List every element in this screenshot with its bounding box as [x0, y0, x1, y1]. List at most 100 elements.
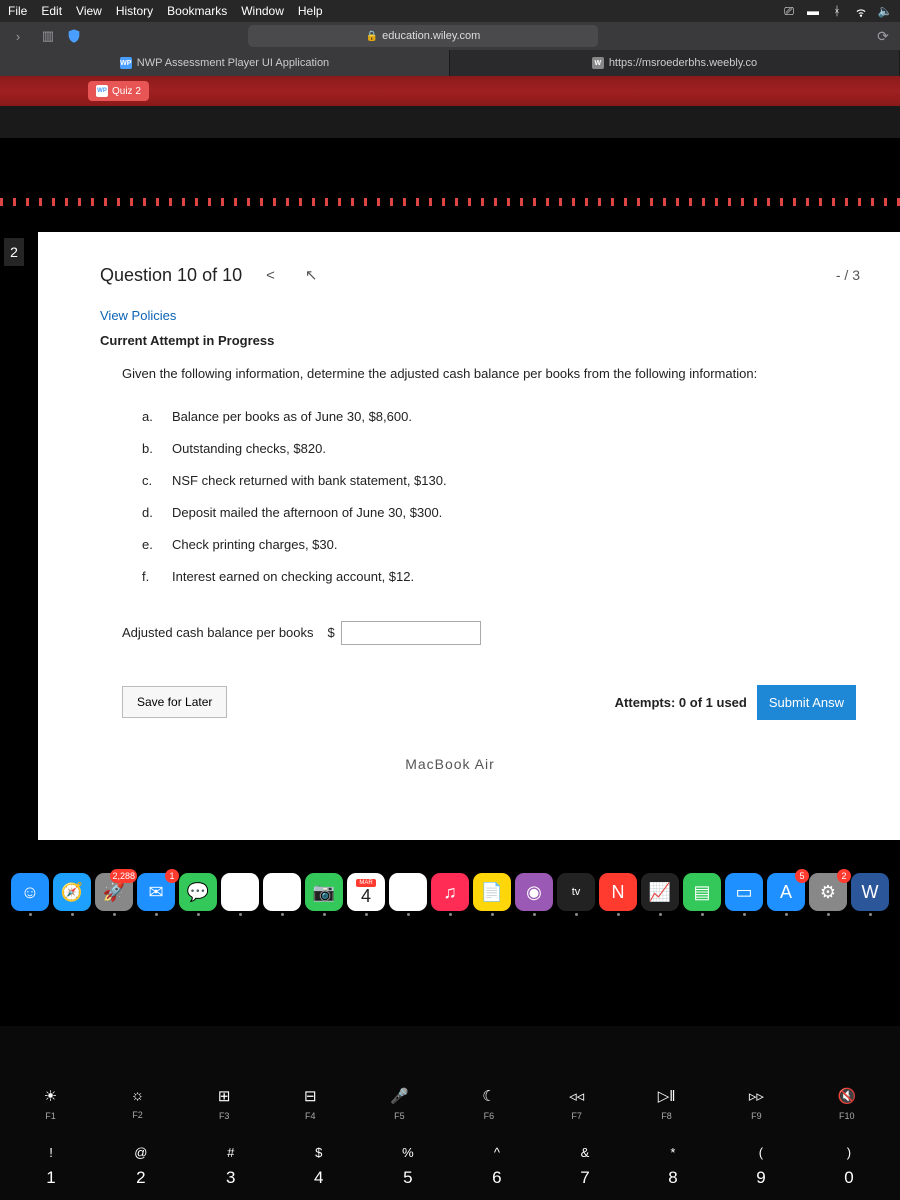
pointer-icon: ↖ [299, 264, 324, 286]
menubar-item[interactable]: Help [298, 4, 323, 18]
menubar-item[interactable]: Window [241, 4, 284, 18]
key-4: $4 [314, 1145, 323, 1188]
dock-word-icon[interactable]: W [851, 873, 889, 911]
dock-numbers-icon[interactable]: ▤ [683, 873, 721, 911]
keyboard: MacBook Air ☀F1☼F2⊞F3⊟F4🎤F5☾F6◃◃F7▷‖F8▹▹… [0, 1026, 900, 1200]
reload-button[interactable]: ⟳ [872, 26, 894, 46]
tab-weebly[interactable]: W https://msroederbhs.weebly.co [450, 50, 900, 76]
item-letter: e. [142, 536, 172, 554]
item-letter: c. [142, 472, 172, 490]
dock-music-icon[interactable]: ♫ [431, 873, 469, 911]
dock-appstore-icon[interactable]: A5 [767, 873, 805, 911]
tab-label: https://msroederbhs.weebly.co [609, 57, 757, 69]
browser-tabs: WP NWP Assessment Player UI Application … [0, 50, 900, 76]
dock-news-icon[interactable]: N [599, 873, 637, 911]
question-item: f.Interest earned on checking account, $… [142, 568, 860, 586]
menubar-item[interactable]: View [76, 4, 102, 18]
key-f9: ▹▹F9 [749, 1087, 764, 1121]
question-content: Question 10 of 10 < ↖ - / 3 View Policie… [38, 232, 900, 740]
dock-launchpad-icon[interactable]: 🚀2,288 [95, 873, 133, 911]
tab-favicon-icon: WP [120, 57, 132, 69]
url-bar[interactable]: 🔒 education.wiley.com [248, 25, 598, 47]
menubar-item[interactable]: File [8, 4, 27, 18]
tab-label: NWP Assessment Player UI Application [137, 57, 329, 69]
wifi-icon[interactable] [854, 4, 868, 18]
flag-icon: ▬ [806, 4, 820, 18]
attempt-status: Current Attempt in Progress [100, 333, 860, 348]
key-f2: ☼F2 [131, 1087, 145, 1121]
attempts-label: Attempts: 0 of 1 used [615, 695, 747, 710]
key-3: #3 [226, 1145, 235, 1188]
quiz-tab[interactable]: WP Quiz 2 [88, 81, 149, 101]
sidebar-toggle[interactable]: ▥ [36, 26, 60, 46]
dock-photos-icon[interactable]: ✿ [263, 873, 301, 911]
dock-settings-icon[interactable]: ⚙2 [809, 873, 847, 911]
volume-icon[interactable]: 🔈 [878, 4, 892, 18]
question-item: d.Deposit mailed the afternoon of June 3… [142, 504, 860, 522]
question-item: a.Balance per books as of June 30, $8,60… [142, 408, 860, 426]
dock-calendar-icon[interactable]: MAR4 [347, 873, 385, 911]
mac-menubar: File Edit View History Bookmarks Window Help ⎚… [0, 0, 900, 22]
key-f4: ⊟F4 [304, 1087, 317, 1121]
lock-icon: 🔒 [366, 31, 378, 42]
display-icon[interactable]: ⎚ [782, 4, 796, 18]
bluetooth-icon[interactable]: ᚼ [830, 4, 844, 18]
key-5: %5 [402, 1145, 414, 1188]
question-item: c.NSF check returned with bank statement… [142, 472, 860, 490]
dock-maps-icon[interactable]: 🗺 [221, 873, 259, 911]
privacy-shield-icon[interactable] [66, 28, 82, 44]
item-text: Balance per books as of June 30, $8,600. [172, 408, 412, 426]
dock-mail-icon[interactable]: ✉1 [137, 873, 175, 911]
item-letter: d. [142, 504, 172, 522]
question-item: b.Outstanding checks, $820. [142, 440, 860, 458]
dock-messages-icon[interactable]: 💬 [179, 873, 217, 911]
submit-answer-button[interactable]: Submit Answ [757, 685, 856, 720]
key-f10: 🔇F10 [837, 1087, 856, 1121]
sidebar-question-number[interactable]: 2 [4, 238, 24, 266]
key-f6: ☾F6 [482, 1087, 495, 1121]
key-8: *8 [668, 1145, 677, 1188]
save-for-later-button[interactable]: Save for Later [122, 686, 227, 718]
item-text: Check printing charges, $30. [172, 536, 337, 554]
key-f7: ◃◃F7 [569, 1087, 584, 1121]
question-title: Question 10 of 10 [100, 265, 242, 286]
dock-safari-icon[interactable]: 🧭 [53, 873, 91, 911]
key-f1: ☀F1 [44, 1087, 57, 1121]
item-text: NSF check returned with bank statement, … [172, 472, 447, 490]
dock-notes-icon[interactable]: 📄 [473, 873, 511, 911]
question-item: e.Check printing charges, $30. [142, 536, 860, 554]
dock-reminders-icon[interactable]: ☰ [389, 873, 427, 911]
menubar-item[interactable]: History [116, 4, 153, 18]
key-9: (9 [756, 1145, 765, 1188]
item-text: Interest earned on checking account, $12… [172, 568, 414, 586]
url-text: education.wiley.com [382, 30, 480, 42]
quiz-label: Quiz 2 [112, 86, 141, 97]
dock-stocks-icon[interactable]: 📈 [641, 873, 679, 911]
tab-nwp[interactable]: WP NWP Assessment Player UI Application [0, 50, 450, 76]
back-button[interactable]: › [6, 26, 30, 46]
wiley-header: WP Quiz 2 [0, 76, 900, 106]
dock-podcasts-icon[interactable]: ◉ [515, 873, 553, 911]
dock-keynote-icon[interactable]: ▭ [725, 873, 763, 911]
menubar-item[interactable]: Edit [41, 4, 62, 18]
item-letter: a. [142, 408, 172, 426]
answer-input[interactable] [341, 621, 481, 645]
badge: 2 [837, 869, 851, 883]
badge: 2,288 [110, 869, 137, 883]
view-policies-link[interactable]: View Policies [100, 308, 860, 323]
tab-favicon-icon: W [592, 57, 604, 69]
menubar-item[interactable]: Bookmarks [167, 4, 227, 18]
badge: 1 [165, 869, 179, 883]
answer-label: Adjusted cash balance per books [122, 625, 314, 640]
laptop-label: MacBook Air [0, 756, 900, 772]
item-text: Deposit mailed the afternoon of June 30,… [172, 504, 442, 522]
prev-question-button[interactable]: < [260, 265, 281, 286]
question-score: - / 3 [836, 267, 860, 283]
dock-finder-icon[interactable]: ☺ [11, 873, 49, 911]
item-text: Outstanding checks, $820. [172, 440, 326, 458]
dock-tv-icon[interactable]: tv [557, 873, 595, 911]
key-f5: 🎤F5 [390, 1087, 409, 1121]
key-7: &7 [580, 1145, 589, 1188]
dock-facetime-icon[interactable]: 📷 [305, 873, 343, 911]
item-letter: f. [142, 568, 172, 586]
